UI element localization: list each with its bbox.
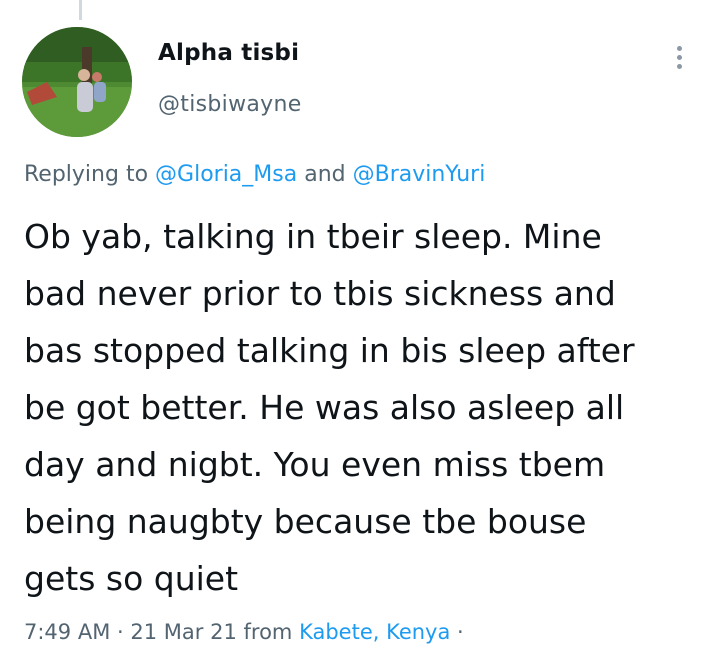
tweet-time[interactable]: 7:49 AM [24,620,110,644]
user-handle[interactable]: @tisbiwayne [158,92,302,117]
meta-separator: · [117,620,124,644]
meta-trailing-separator: · [457,620,464,644]
replying-to-line: Replying to @Gloria_Msa and @BravinYuri [24,162,485,187]
location-link[interactable]: Kabete, Kenya [299,620,450,644]
reply-user-link-1[interactable]: @Gloria_Msa [155,162,297,187]
tweet-meta: 7:49 AM · 21 Mar 21 from Kabete, Kenya · [24,620,464,644]
tweet-date[interactable]: 21 Mar 21 [130,620,236,644]
display-name[interactable]: Alpha tisbi [158,40,299,66]
profile-photo-icon [22,27,132,137]
more-options-button[interactable] [664,42,694,72]
more-vertical-icon [676,45,682,51]
reply-joiner: and [304,162,346,187]
avatar[interactable] [22,27,132,137]
from-label: from [243,620,293,644]
reply-user-link-2[interactable]: @BravinYuri [353,162,486,187]
tweet-text: Ob yab, talking in tbeir sleep. Mine bad… [24,217,635,598]
replying-to-label: Replying to [24,162,149,187]
thread-connector-line [79,0,82,20]
